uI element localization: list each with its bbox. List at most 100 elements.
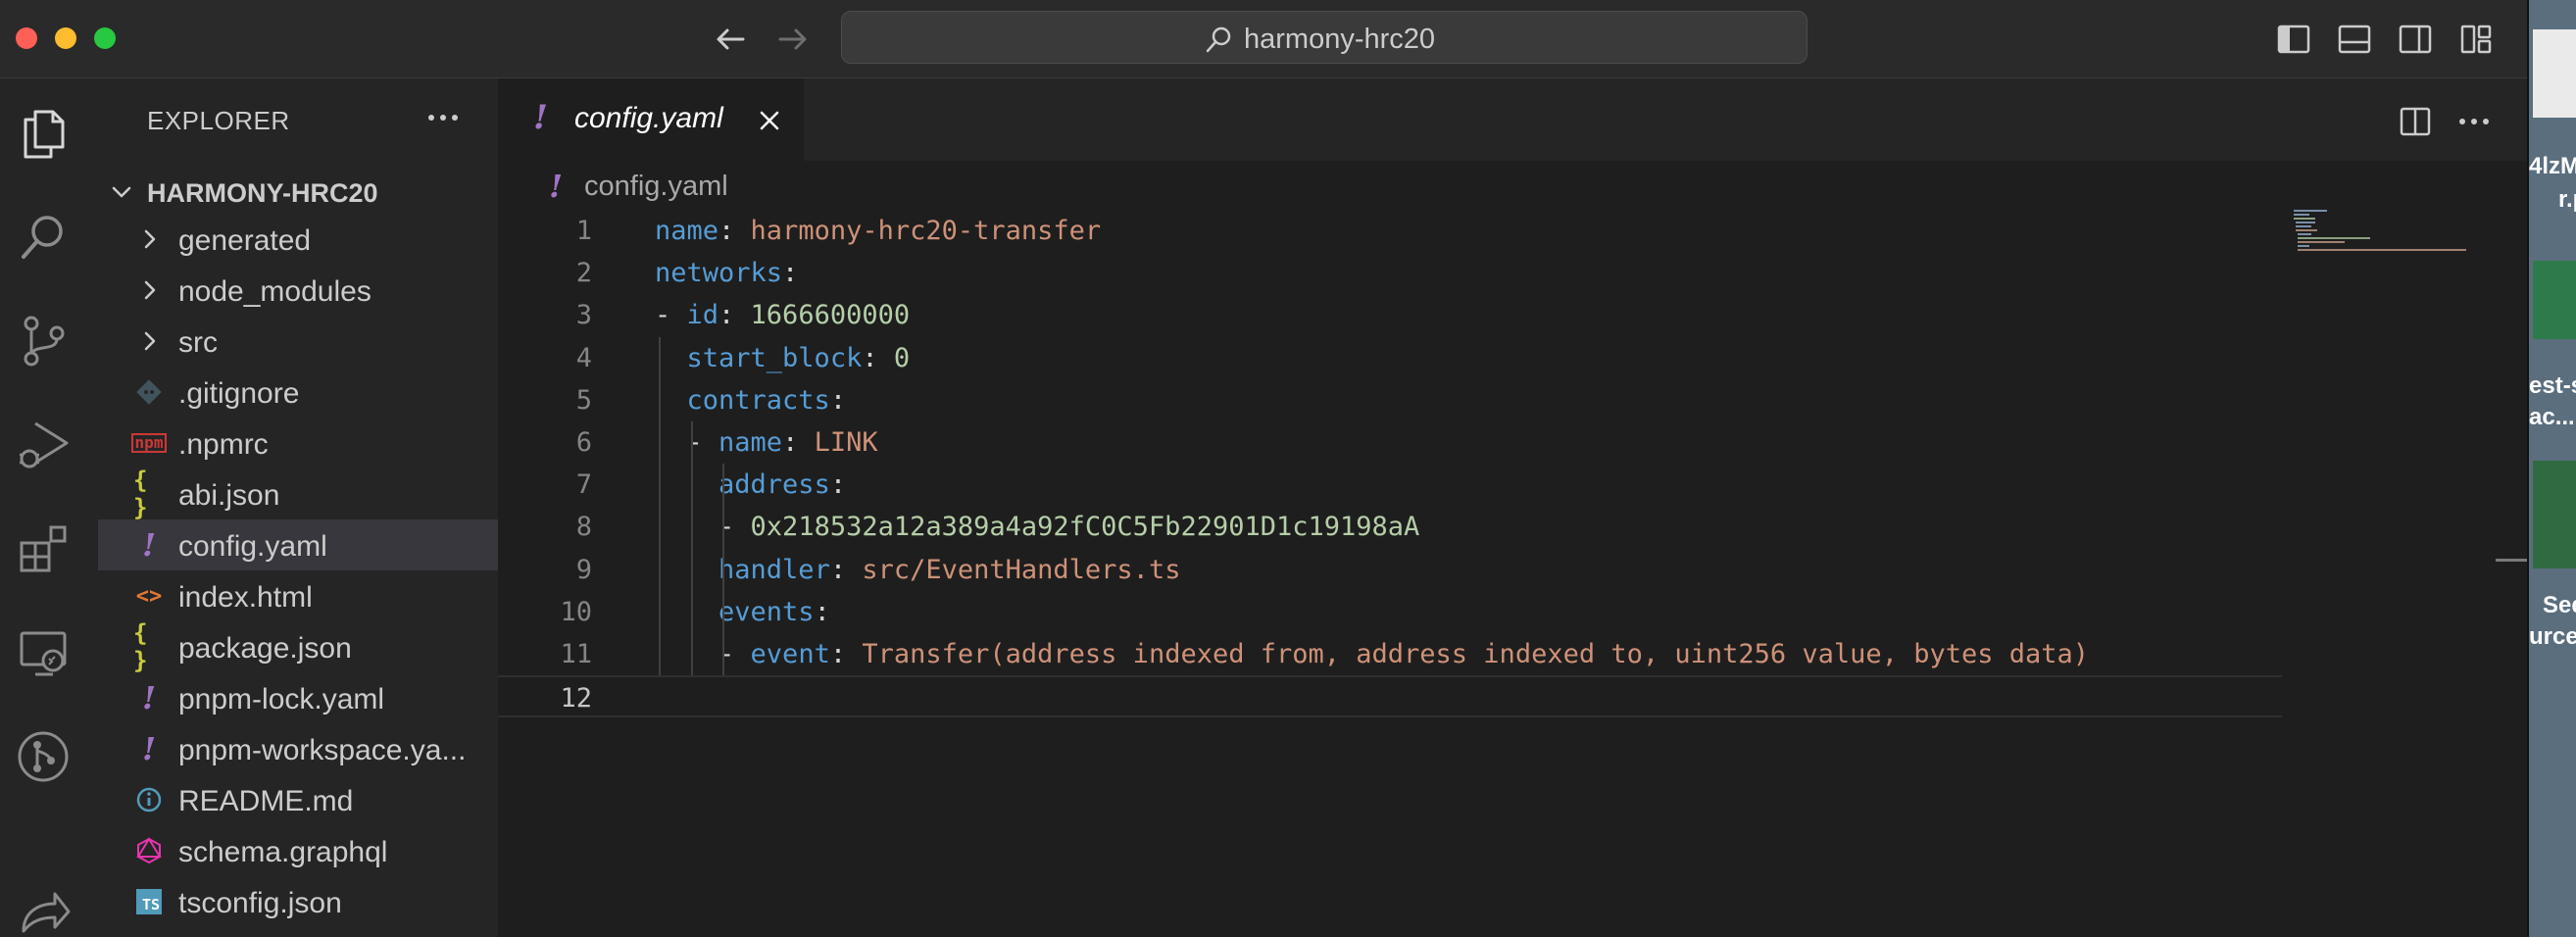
code-editor[interactable]: 1 name: harmony-hrc20-transfer 2 networks: 3… (498, 210, 2282, 718)
toggle-primary-sidebar-button[interactable] (2274, 20, 2313, 59)
toggle-secondary-sidebar-button[interactable] (2396, 20, 2435, 59)
tree-item-label: schema.graphql (178, 836, 388, 868)
maximize-window-button[interactable] (94, 27, 116, 49)
tree-item-label: pnpm-workspace.ya... (178, 734, 467, 766)
code-line[interactable]: 9 handler: src/EventHandlers.ts (498, 549, 2282, 591)
indentation (655, 469, 718, 500)
code-line[interactable]: 1 name: harmony-hrc20-transfer (498, 210, 2282, 252)
close-window-button[interactable] (16, 27, 37, 49)
yaml-separator: : (829, 554, 863, 585)
tree-item-label: README.md (178, 785, 354, 817)
run-debug-activity-button[interactable] (14, 416, 73, 474)
source-control-activity-button[interactable] (14, 312, 73, 370)
breadcrumb-file: config.yaml (584, 170, 728, 202)
code-line[interactable]: 8 - 0x218532a12a389a4a92fC0C5Fb22901D1c1… (498, 506, 2282, 548)
tree-item-schema-graphql[interactable]: schema.graphql (98, 825, 498, 876)
search-icon (1206, 26, 1231, 52)
search-activity-button[interactable] (14, 208, 73, 267)
line-number: 9 (575, 554, 592, 585)
tree-item-generated[interactable]: generated (98, 214, 498, 265)
background-desktop: 4lzM r.p est-s ac...l Seq urce (2527, 0, 2576, 937)
code-line[interactable]: 7 address: (498, 464, 2282, 506)
remote-explorer-activity-button[interactable] (14, 623, 73, 682)
go-back-button[interactable] (710, 20, 753, 59)
tree-item-src[interactable]: src (98, 316, 498, 367)
editor-tab-bar: ! config.yaml (498, 78, 2527, 161)
json-icon: { } (133, 619, 148, 674)
line-content: address: (655, 464, 846, 506)
code-line[interactable]: 11 - event: Transfer(address indexed fro… (498, 633, 2282, 675)
background-text: Seq (2543, 592, 2576, 618)
code-line[interactable]: 6 - name: LINK (498, 421, 2282, 464)
code-line[interactable]: 10 events: (498, 591, 2282, 633)
tree-item-readme-md[interactable]: README.md (98, 774, 498, 825)
tree-item-node-modules[interactable]: node_modules (98, 265, 498, 316)
tree-item-config-yaml[interactable]: ! config.yaml (98, 519, 498, 570)
split-editor-button[interactable] (2396, 102, 2435, 141)
tree-item-package-json[interactable]: { } package.json (98, 619, 498, 674)
yaml-key: handler (718, 554, 830, 585)
yaml-separator: : (782, 258, 799, 289)
tree-item-label: .gitignore (178, 377, 300, 410)
tree-item-npmrc[interactable]: npm .npmrc (98, 418, 498, 468)
line-content: - event: Transfer(address indexed from, … (655, 633, 2089, 675)
html-icon: <> (135, 583, 163, 609)
code-line[interactable]: 5 contracts: (498, 379, 2282, 421)
layout-grid-icon (2460, 25, 2492, 54)
yaml-separator: : (814, 596, 830, 627)
extensions-activity-button[interactable] (14, 519, 73, 578)
customize-layout-button[interactable] (2456, 20, 2496, 59)
code-line[interactable]: 3 - id: 1666600000 (498, 294, 2282, 336)
line-number: 10 (560, 596, 592, 627)
code-line[interactable]: 4 start_block: 0 (498, 337, 2282, 379)
breadcrumb[interactable]: ! config.yaml (549, 167, 728, 206)
tree-item-gitignore[interactable]: .gitignore (98, 367, 498, 418)
tree-item-label: node_modules (178, 275, 372, 308)
yaml-separator: : (718, 300, 751, 331)
minimize-window-button[interactable] (55, 27, 76, 49)
command-center-search[interactable]: harmony-hrc20 (841, 11, 1808, 64)
tree-item-abi-json[interactable]: { } abi.json (98, 467, 498, 521)
tree-item-pnpm-lock-yaml[interactable]: ! pnpm-lock.yaml (98, 672, 498, 723)
indent-guide (659, 336, 661, 676)
npm-icon: npm (130, 427, 168, 459)
scrollbar-position-marker[interactable] (2496, 559, 2527, 562)
tree-item-label: config.yaml (178, 530, 327, 563)
minimap[interactable] (2294, 210, 2470, 288)
git-icon (133, 376, 165, 408)
sidebar-left-icon (2277, 25, 2310, 54)
explorer-more-actions-button[interactable] (423, 102, 463, 133)
code-line[interactable]: 12 (498, 675, 2282, 718)
line-content: - 0x218532a12a389a4a92fC0C5Fb22901D1c191… (655, 506, 1419, 548)
chevron-right-icon (133, 274, 165, 306)
tree-item-tsconfig-json[interactable]: TS tsconfig.json (98, 876, 498, 927)
tab-config-yaml[interactable]: ! config.yaml (498, 78, 804, 161)
ellipsis-icon (428, 115, 458, 121)
list-dash: - (655, 300, 687, 331)
yaml-value: Transfer(address indexed from, address i… (862, 638, 2090, 669)
line-number: 4 (575, 342, 592, 373)
vscode-window: harmony-hrc20 EXPLORER HARMONY-HRC20 gen… (0, 0, 2527, 937)
code-line[interactable]: 2 networks: (498, 252, 2282, 294)
workspace-folder-header[interactable]: HARMONY-HRC20 (98, 167, 498, 216)
live-share-activity-button[interactable] (14, 882, 73, 937)
go-forward-button[interactable] (770, 20, 814, 59)
editor-more-actions-button[interactable] (2454, 102, 2494, 141)
yaml-key: networks (655, 258, 783, 289)
extensions-icon (20, 525, 67, 572)
line-number: 2 (575, 258, 592, 289)
toggle-panel-button[interactable] (2335, 20, 2374, 59)
yaml-value: src/EventHandlers.ts (862, 554, 1181, 585)
yaml-separator: : (829, 638, 863, 669)
yaml-icon: ! (141, 730, 157, 767)
editor-area: ! config.yaml ! config.yaml 1 name: harmo… (498, 78, 2527, 937)
git-graph-activity-button[interactable] (14, 727, 73, 786)
line-number: 5 (575, 384, 592, 416)
explorer-activity-button[interactable] (14, 104, 73, 163)
indentation (655, 597, 718, 627)
tree-item-index-html[interactable]: <> index.html (98, 570, 498, 621)
line-number: 7 (575, 469, 592, 501)
tree-item-pnpm-workspace-yaml[interactable]: ! pnpm-workspace.ya... (98, 723, 498, 774)
close-tab-button[interactable] (755, 106, 784, 135)
graphql-icon (133, 835, 165, 866)
